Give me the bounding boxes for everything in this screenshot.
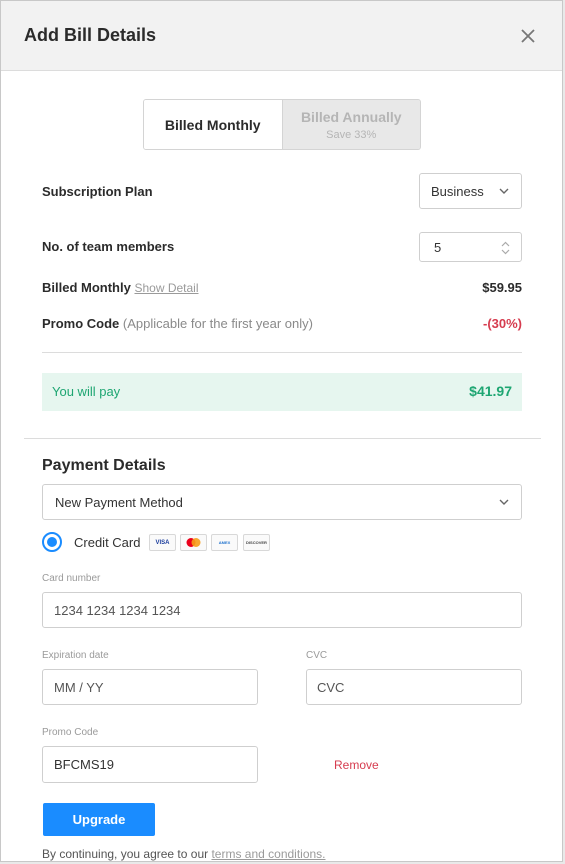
upgrade-button[interactable]: Upgrade xyxy=(43,803,155,836)
card-number-input[interactable] xyxy=(42,592,522,628)
terms-footer: By continuing, you agree to our terms an… xyxy=(42,847,326,861)
card-number-label: Card number xyxy=(42,573,101,584)
you-will-pay-amount: $41.97 xyxy=(469,383,512,399)
payment-method-select[interactable]: New Payment Method xyxy=(42,484,522,520)
expiration-date-input[interactable] xyxy=(42,669,258,705)
billed-monthly-label: Billed Monthly xyxy=(164,116,261,133)
subscription-plan-label: Subscription Plan xyxy=(42,184,153,199)
billed-annually-label: Billed Annually xyxy=(300,108,402,125)
team-members-value: 5 xyxy=(434,239,442,255)
billed-monthly-text: Billed Monthly xyxy=(42,280,131,295)
expiration-date-label: Expiration date xyxy=(42,650,109,661)
mastercard-icon xyxy=(180,534,207,551)
stepper-arrows-icon[interactable] xyxy=(501,241,510,255)
team-members-stepper[interactable]: 5 xyxy=(419,232,522,262)
promo-code-note: (Applicable for the first year only) xyxy=(122,316,313,331)
billed-monthly-row-label: Billed Monthly Show Detail xyxy=(42,280,199,295)
remove-promo-link[interactable]: Remove xyxy=(334,758,379,772)
amex-icon: AMEX xyxy=(211,534,238,551)
credit-card-label: Credit Card xyxy=(74,535,141,550)
add-bill-dialog: Add Bill Details Billed Monthly Billed A… xyxy=(0,0,563,862)
credit-card-radio[interactable] xyxy=(42,532,62,552)
dialog-title: Add Bill Details xyxy=(24,25,157,45)
discover-icon: DISCOVER xyxy=(243,534,270,551)
total-pay-banner: You will pay $41.97 xyxy=(42,373,522,411)
promo-code-row-label: Promo Code (Applicable for the first yea… xyxy=(42,316,313,331)
chevron-down-icon xyxy=(499,188,509,194)
billing-toggle: Billed Monthly Billed Annually Save 33% xyxy=(143,99,421,150)
plan-select[interactable]: Business xyxy=(419,173,522,209)
billed-amount: $59.95 xyxy=(482,280,522,295)
dialog-header: Add Bill Details xyxy=(1,1,562,71)
promo-code-field-label: Promo Code xyxy=(42,727,99,738)
promo-code-input[interactable] xyxy=(42,746,258,783)
billed-annually-tab[interactable]: Billed Annually Save 33% xyxy=(282,100,420,149)
visa-icon: VISA xyxy=(149,534,176,551)
chevron-down-icon xyxy=(499,499,509,505)
you-will-pay-label: You will pay xyxy=(52,384,121,399)
cvc-input[interactable] xyxy=(306,669,522,705)
close-icon[interactable] xyxy=(518,26,538,46)
annual-savings-text: Save 33% xyxy=(326,128,377,141)
team-members-label: No. of team members xyxy=(42,239,175,254)
section-divider xyxy=(24,438,541,439)
cvc-label: CVC xyxy=(306,650,328,661)
promo-code-text: Promo Code xyxy=(42,316,120,331)
summary-divider xyxy=(42,352,522,353)
terms-link[interactable]: terms and conditions. xyxy=(211,847,325,861)
plan-select-value: Business xyxy=(431,183,484,199)
billed-monthly-tab[interactable]: Billed Monthly xyxy=(144,100,283,149)
promo-discount: -(30%) xyxy=(482,316,522,331)
show-detail-link[interactable]: Show Detail xyxy=(134,281,198,295)
payment-details-title: Payment Details xyxy=(42,457,166,474)
terms-footer-text: By continuing, you agree to our xyxy=(42,847,212,861)
payment-method-value: New Payment Method xyxy=(55,494,183,510)
